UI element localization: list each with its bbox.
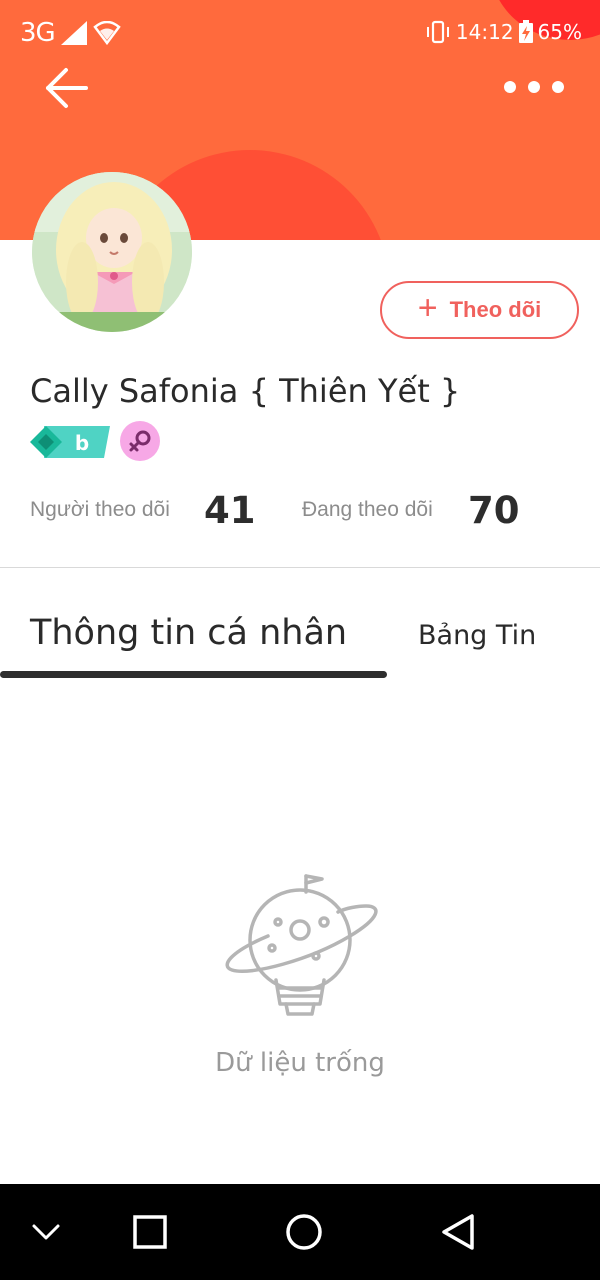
vibrate-icon <box>426 20 449 44</box>
section-divider <box>0 567 600 568</box>
chevron-down-icon <box>32 1224 60 1240</box>
nav-home-button[interactable] <box>278 1206 330 1258</box>
female-icon <box>129 430 151 452</box>
more-dot <box>552 81 564 93</box>
empty-state-text: Dữ liệu trống <box>215 1048 385 1078</box>
tab-personal-info[interactable]: Thông tin cá nhân <box>30 613 347 653</box>
planet-bulb-icon <box>220 870 380 1030</box>
followers-count[interactable]: 41 <box>204 489 256 532</box>
level-badge-text: b <box>75 431 89 455</box>
plus-icon: + <box>417 289 438 327</box>
wifi-icon <box>92 21 121 45</box>
arrow-left-icon <box>46 68 88 108</box>
circle-icon <box>286 1214 322 1250</box>
profile-name: Cally Safonia { Thiên Yết } <box>30 372 461 410</box>
follow-label: Theo dõi <box>449 297 542 322</box>
level-badge-icon: b <box>30 426 110 458</box>
nav-back-button[interactable] <box>432 1206 484 1258</box>
back-button[interactable] <box>40 62 92 114</box>
signal-icon <box>60 21 87 45</box>
active-tab-indicator <box>0 671 387 678</box>
avatar[interactable] <box>32 172 192 332</box>
network-type: 3G <box>20 18 56 48</box>
nav-collapse-button[interactable] <box>20 1206 72 1258</box>
followers-label[interactable]: Người theo dõi <box>30 498 170 522</box>
follow-button[interactable]: + Theo dõi <box>380 281 579 339</box>
avatar-image <box>32 172 192 332</box>
following-count[interactable]: 70 <box>468 489 520 532</box>
level-badge[interactable]: b <box>30 424 110 460</box>
square-icon <box>133 1215 167 1249</box>
nav-recents-button[interactable] <box>124 1206 176 1258</box>
triangle-back-icon <box>442 1214 474 1250</box>
more-options-button[interactable] <box>504 72 564 102</box>
battery-level: 65% <box>537 20 582 44</box>
more-dot <box>528 81 540 93</box>
clock: 14:12 <box>455 20 514 44</box>
battery-charging-icon <box>518 20 533 43</box>
following-label[interactable]: Đang theo dõi <box>302 498 433 522</box>
status-bar: 3G 14:12 65% <box>0 0 600 70</box>
more-dot <box>504 81 516 93</box>
tab-feed[interactable]: Bảng Tin <box>418 620 536 651</box>
gender-badge <box>120 421 160 461</box>
